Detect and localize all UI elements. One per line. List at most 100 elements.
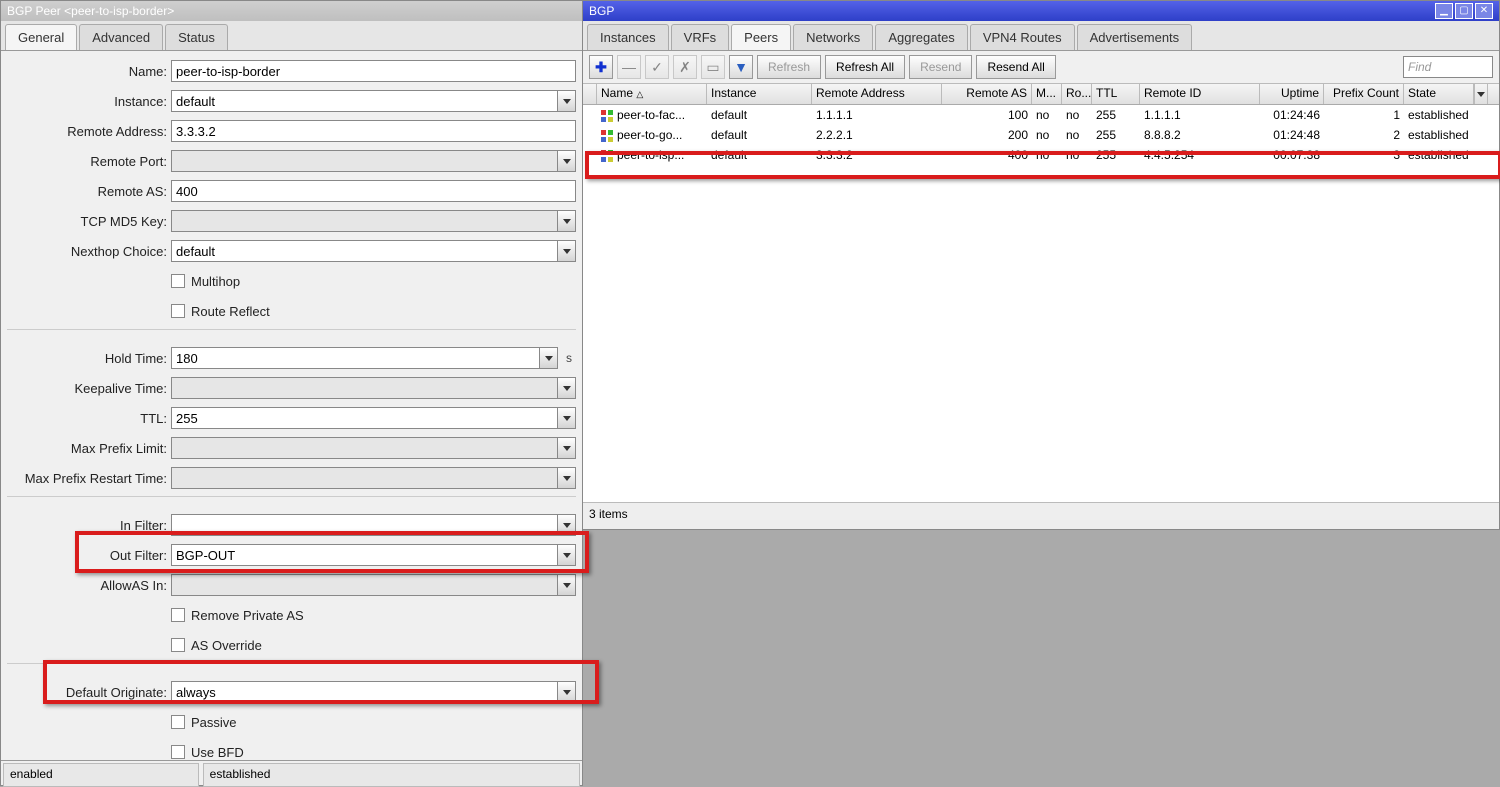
ttl-input[interactable]: 255 — [171, 407, 558, 429]
remove-private-as-label: Remove Private AS — [191, 608, 304, 623]
instance-dropdown-icon[interactable] — [558, 90, 576, 112]
find-input[interactable]: Find — [1403, 56, 1493, 78]
hold-time-dropdown-icon[interactable] — [540, 347, 558, 369]
table-row[interactable]: peer-to-go...default2.2.2.1200nono2558.8… — [583, 125, 1499, 145]
multihop-label: Multihop — [191, 274, 240, 289]
tab-advertisements[interactable]: Advertisements — [1077, 24, 1193, 50]
tab-general[interactable]: General — [5, 24, 77, 50]
col-uptime[interactable]: Uptime — [1260, 84, 1324, 104]
col-remote-id[interactable]: Remote ID — [1140, 84, 1260, 104]
as-override-label: AS Override — [191, 638, 262, 653]
form-area: Name: peer-to-isp-border Instance: defau… — [1, 51, 582, 760]
allow-as-input[interactable] — [171, 574, 558, 596]
remote-as-input[interactable]: 400 — [171, 180, 576, 202]
col-remote-as[interactable]: Remote AS — [942, 84, 1032, 104]
col-prefix-count[interactable]: Prefix Count — [1324, 84, 1404, 104]
col-name[interactable]: Name △ — [597, 84, 707, 104]
allow-as-dropdown-icon[interactable] — [558, 574, 576, 596]
keepalive-input[interactable] — [171, 377, 558, 399]
refresh-button[interactable]: Refresh — [757, 55, 821, 79]
peers-grid-header: Name △ Instance Remote Address Remote AS… — [583, 84, 1499, 105]
col-remote-address[interactable]: Remote Address — [812, 84, 942, 104]
md5-input[interactable] — [171, 210, 558, 232]
remote-port-label: Remote Port: — [7, 154, 171, 169]
tab-vrfs[interactable]: VRFs — [671, 24, 730, 50]
tab-advanced[interactable]: Advanced — [79, 24, 163, 50]
allow-as-label: AllowAS In: — [7, 578, 171, 593]
ttl-dropdown-icon[interactable] — [558, 407, 576, 429]
remote-port-dropdown-icon[interactable] — [558, 150, 576, 172]
col-multihop[interactable]: M... — [1032, 84, 1062, 104]
bgp-tabbar: Instances VRFs Peers Networks Aggregates… — [583, 21, 1499, 51]
remote-address-label: Remote Address: — [7, 124, 171, 139]
keepalive-dropdown-icon[interactable] — [558, 377, 576, 399]
use-bfd-label: Use BFD — [191, 745, 244, 760]
tab-aggregates[interactable]: Aggregates — [875, 24, 968, 50]
peers-grid: Name △ Instance Remote Address Remote AS… — [583, 84, 1499, 502]
peer-icon — [601, 150, 613, 162]
ttl-label: TTL: — [7, 411, 171, 426]
route-reflect-checkbox[interactable] — [171, 304, 185, 318]
max-prefix-rt-label: Max Prefix Restart Time: — [7, 471, 171, 486]
col-route-reflect[interactable]: Ro... — [1062, 84, 1092, 104]
remote-port-input[interactable] — [171, 150, 558, 172]
col-state[interactable]: State — [1404, 84, 1474, 104]
in-filter-select[interactable] — [171, 514, 558, 536]
disable-button[interactable]: ✗ — [673, 55, 697, 79]
keepalive-label: Keepalive Time: — [7, 381, 171, 396]
max-prefix-rt-input[interactable] — [171, 467, 558, 489]
instance-select[interactable]: default — [171, 90, 558, 112]
close-icon[interactable]: ✕ — [1475, 3, 1493, 19]
instance-label: Instance: — [7, 94, 171, 109]
grid-footer: 3 items — [583, 502, 1499, 529]
remove-private-as-checkbox[interactable] — [171, 608, 185, 622]
add-button[interactable]: ✚ — [589, 55, 613, 79]
as-override-checkbox[interactable] — [171, 638, 185, 652]
status-bar: enabled established — [1, 760, 582, 785]
col-ttl[interactable]: TTL — [1092, 84, 1140, 104]
bgp-toolbar: ✚ — ✓ ✗ ▭ ▼ Refresh Refresh All Resend R… — [583, 51, 1499, 84]
max-prefix-input[interactable] — [171, 437, 558, 459]
nexthop-dropdown-icon[interactable] — [558, 240, 576, 262]
out-filter-dropdown-icon[interactable] — [558, 544, 576, 566]
route-reflect-label: Route Reflect — [191, 304, 270, 319]
multihop-checkbox[interactable] — [171, 274, 185, 288]
tab-vpn4-routes[interactable]: VPN4 Routes — [970, 24, 1075, 50]
resend-button[interactable]: Resend — [909, 55, 972, 79]
tab-peers[interactable]: Peers — [731, 24, 791, 50]
maximize-icon[interactable]: ▢ — [1455, 3, 1473, 19]
in-filter-dropdown-icon[interactable] — [558, 514, 576, 536]
table-row[interactable]: peer-to-isp...default3.3.3.2400nono2554.… — [583, 145, 1499, 165]
default-originate-dropdown-icon[interactable] — [558, 681, 576, 703]
remote-address-input[interactable]: 3.3.3.2 — [171, 120, 576, 142]
md5-dropdown-icon[interactable] — [558, 210, 576, 232]
minimize-icon[interactable]: ▁ — [1435, 3, 1453, 19]
hold-time-input[interactable]: 180 — [171, 347, 540, 369]
refresh-all-button[interactable]: Refresh All — [825, 55, 905, 79]
default-originate-select[interactable]: always — [171, 681, 558, 703]
tab-networks[interactable]: Networks — [793, 24, 873, 50]
table-row[interactable]: peer-to-fac...default1.1.1.1100nono2551.… — [583, 105, 1499, 125]
remove-button[interactable]: — — [617, 55, 641, 79]
md5-label: TCP MD5 Key: — [7, 214, 171, 229]
tab-status[interactable]: Status — [165, 24, 228, 50]
enable-button[interactable]: ✓ — [645, 55, 669, 79]
max-prefix-rt-dropdown-icon[interactable] — [558, 467, 576, 489]
columns-dropdown-icon[interactable] — [1474, 84, 1488, 104]
nexthop-select[interactable]: default — [171, 240, 558, 262]
peer-icon — [601, 130, 613, 142]
out-filter-label: Out Filter: — [7, 548, 171, 563]
comment-button[interactable]: ▭ — [701, 55, 725, 79]
resend-all-button[interactable]: Resend All — [976, 55, 1055, 79]
bgp-window: BGP ▁ ▢ ✕ Instances VRFs Peers Networks … — [583, 0, 1500, 530]
col-instance[interactable]: Instance — [707, 84, 812, 104]
tab-instances[interactable]: Instances — [587, 24, 669, 50]
out-filter-select[interactable]: BGP-OUT — [171, 544, 558, 566]
filter-icon[interactable]: ▼ — [729, 55, 753, 79]
max-prefix-dropdown-icon[interactable] — [558, 437, 576, 459]
use-bfd-checkbox[interactable] — [171, 745, 185, 759]
name-input[interactable]: peer-to-isp-border — [171, 60, 576, 82]
status-established: established — [203, 763, 580, 787]
window-titlebar: BGP Peer <peer-to-isp-border> — [1, 1, 582, 21]
passive-checkbox[interactable] — [171, 715, 185, 729]
